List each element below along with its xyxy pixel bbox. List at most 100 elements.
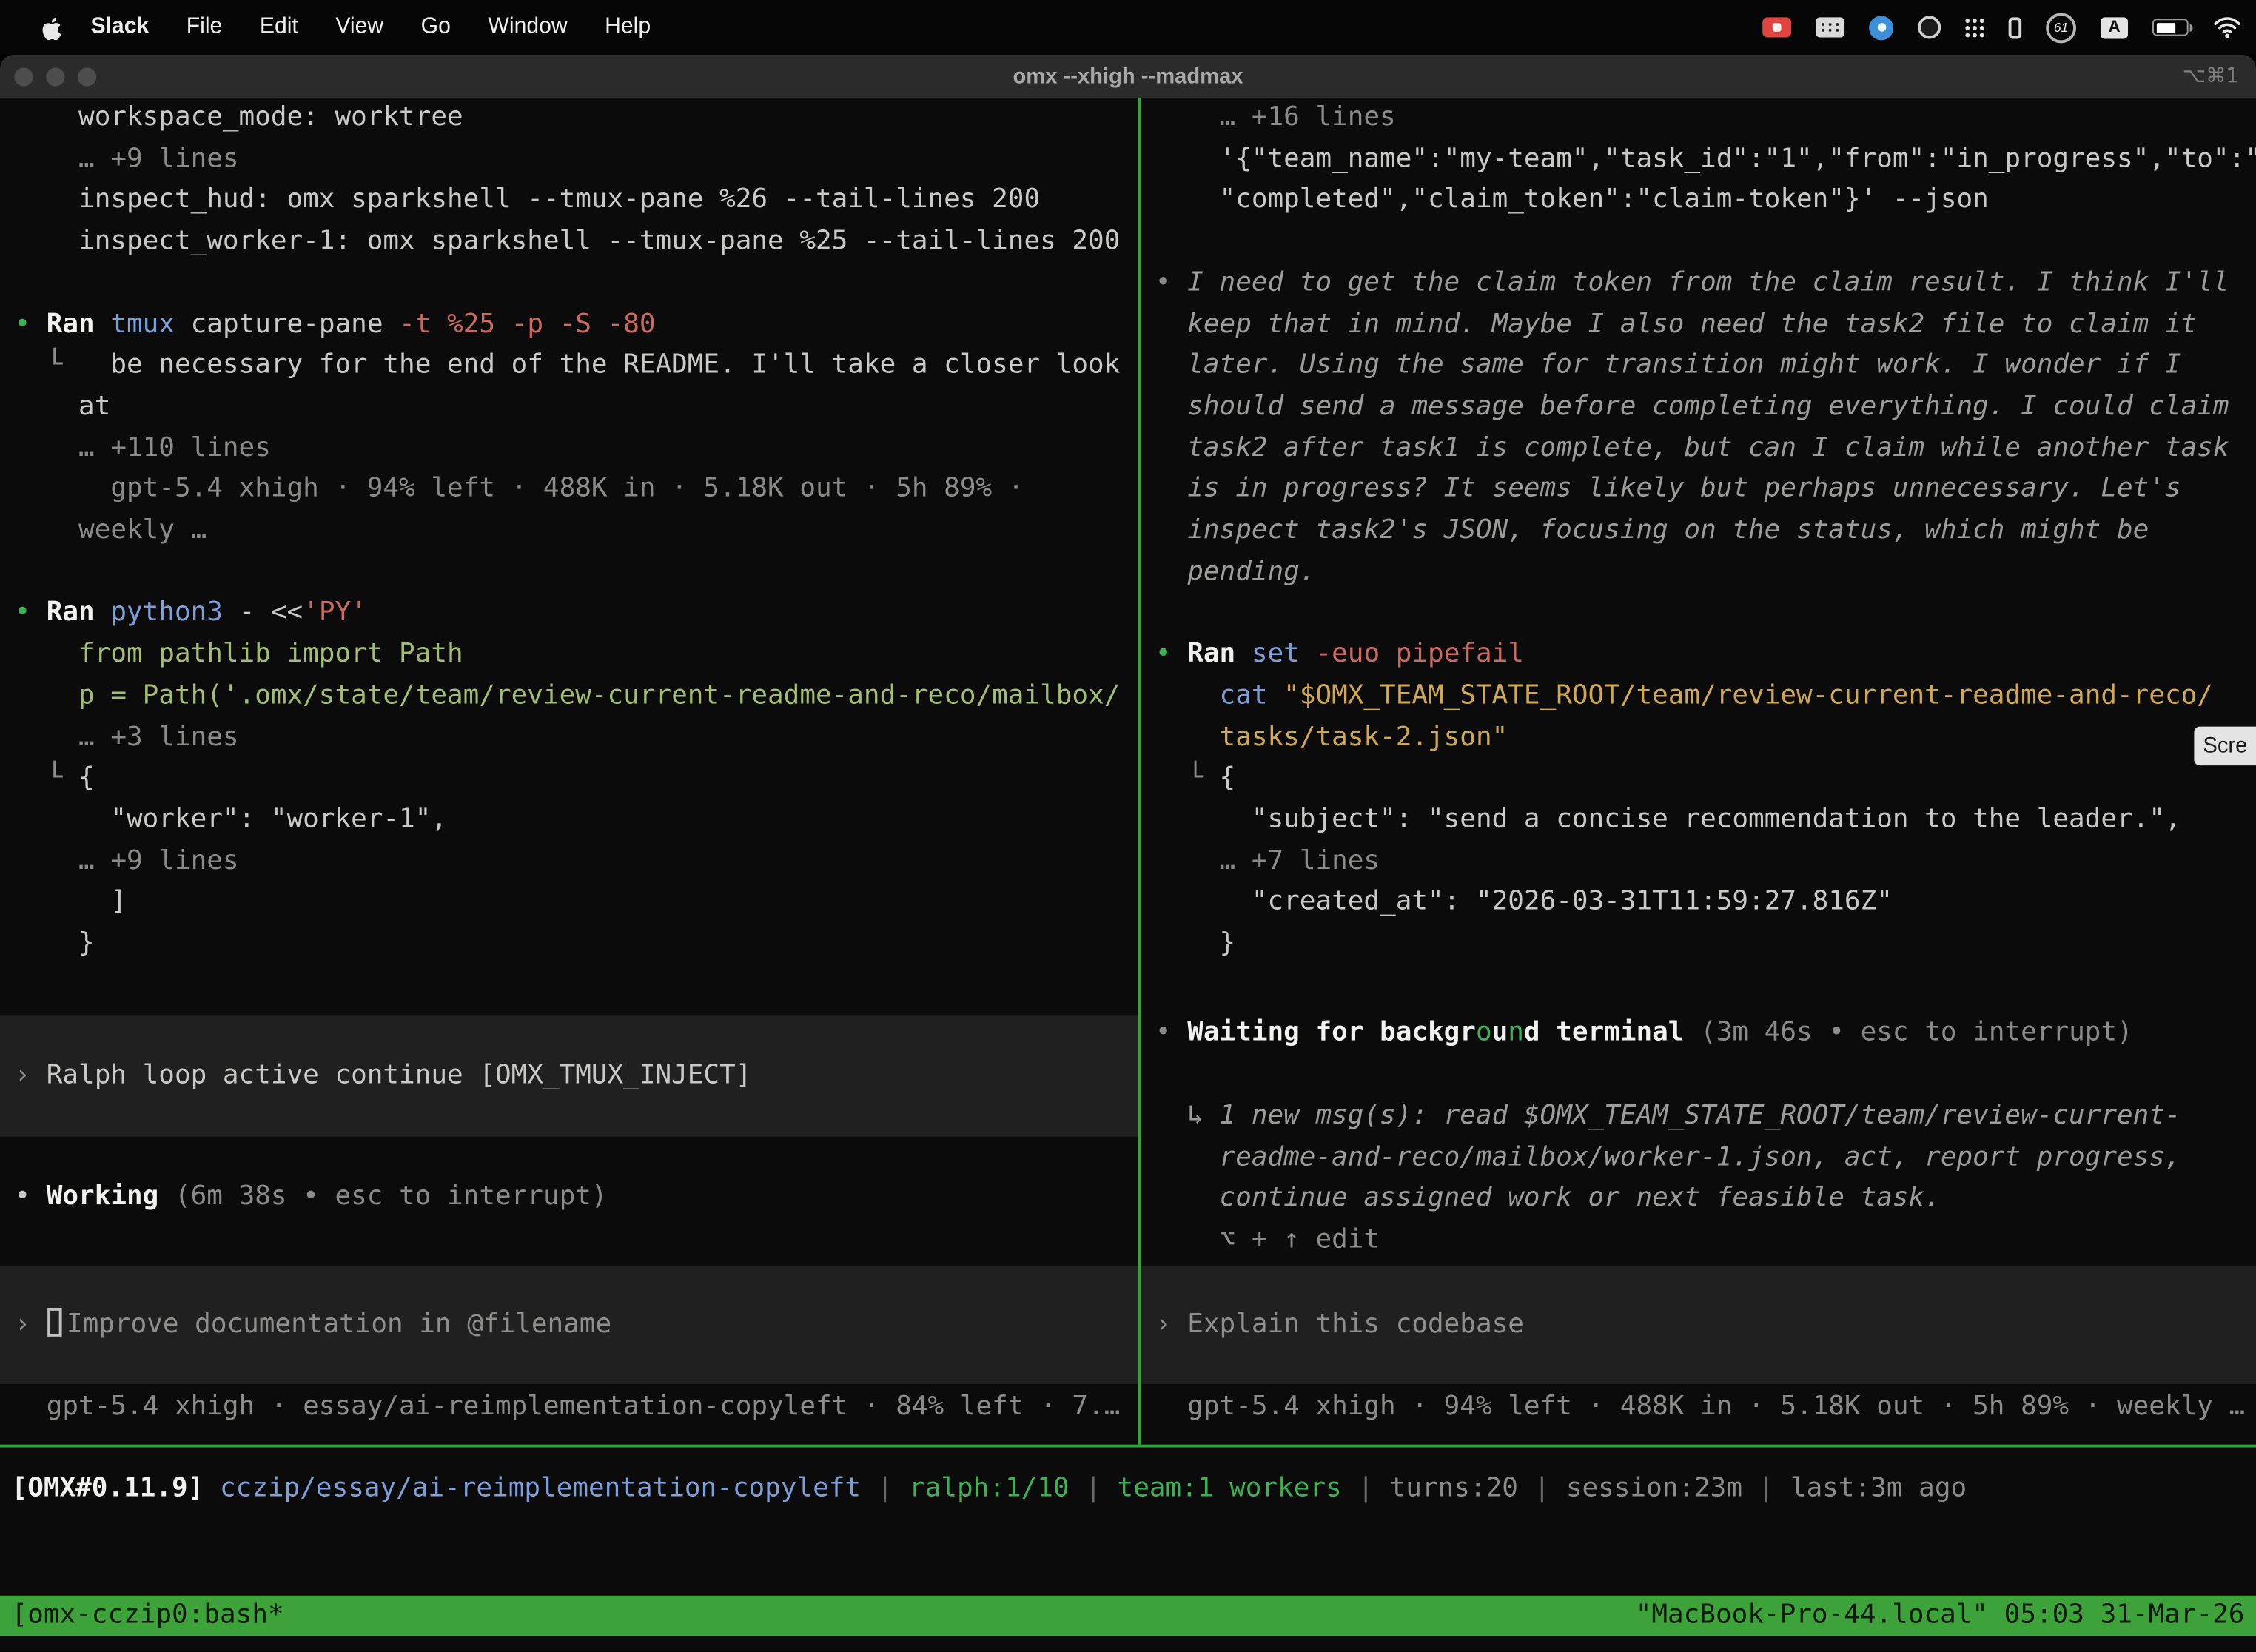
menu-item-file[interactable]: File <box>187 14 223 38</box>
terminal-line: "completed","claim_token":"claim-token"}… <box>1155 181 2256 222</box>
terminal-line: at <box>14 387 1138 429</box>
ralph-loop-text: › Ralph loop active continue [OMX_TMUX_I… <box>14 1055 751 1097</box>
window-shortcut-hint: ⌥⌘1 <box>2183 64 2239 87</box>
terminal-line: workspace_mode: worktree <box>14 98 1138 139</box>
pane-footer-left: gpt-5.4 xhigh · essay/ai-reimplementatio… <box>0 1387 1138 1428</box>
minimize-button[interactable] <box>46 67 64 85</box>
tmux-horizontal-divider <box>0 1445 2256 1448</box>
active-app-name[interactable]: Slack <box>90 14 149 40</box>
terminal-line: is in progress? It seems likely but perh… <box>1155 469 2256 511</box>
tmux-status-bar: [omx-cczip0:bash* "MacBook-Pro-44.local"… <box>0 1596 2256 1636</box>
terminal-line: • Ran python3 - <<'PY' <box>14 594 1138 635</box>
terminal-line: "created_at": "2026-03-31T11:59:27.816Z" <box>1155 882 2256 924</box>
terminal-line: … +9 lines <box>14 139 1138 181</box>
terminal-line: cat "$OMX_TEAM_STATE_ROOT/team/review-cu… <box>1155 676 2256 717</box>
mailbox-notice: ↳ 1 new msg(s): read $OMX_TEAM_STATE_ROO… <box>1141 1096 2256 1261</box>
blue-app-icon[interactable] <box>1869 15 1893 39</box>
menu-item-go[interactable]: Go <box>421 14 451 38</box>
window-title: omx --xhigh --madmax <box>1013 64 1243 89</box>
waiting-status: • Waiting for background terminal (3m 46… <box>1141 1013 2256 1054</box>
battery-percent-ring-icon[interactable]: 61 <box>2046 13 2076 43</box>
terminal-line: … +9 lines <box>14 841 1138 882</box>
terminal-line: inspect task2's JSON, focusing on the st… <box>1155 511 2256 552</box>
terminal-line: … +110 lines <box>14 429 1138 470</box>
app-menus: File Edit View Go Window Help <box>149 14 651 40</box>
omx-session-status: [OMX#0.11.9] cczip/essay/ai-reimplementa… <box>12 1469 1967 1511</box>
apple-menu-icon[interactable] <box>38 13 63 41</box>
terminal-line <box>1155 222 2256 263</box>
terminal-line: weekly … <box>14 511 1138 552</box>
terminal-line <box>14 263 1138 304</box>
terminal-line <box>14 552 1138 594</box>
wifi-icon[interactable] <box>2213 14 2242 40</box>
terminal-line: ⌥ + ↑ edit <box>1155 1220 2256 1262</box>
terminal-line: } <box>14 924 1138 965</box>
tmux-pane-left[interactable]: workspace_mode: worktree … +9 lines insp… <box>0 98 1138 1444</box>
text-cursor <box>48 1307 62 1336</box>
terminal-line: later. Using the same for transition mig… <box>1155 346 2256 387</box>
window-title-bar[interactable]: omx --xhigh --madmax ⌥⌘1 <box>0 55 2256 98</box>
screen-recording-indicator-icon[interactable] <box>1762 17 1791 37</box>
terminal-line: from pathlib import Path <box>14 634 1138 676</box>
terminal-content: workspace_mode: worktree … +9 lines insp… <box>0 98 2256 1651</box>
window-manager-icon[interactable] <box>1816 17 1844 37</box>
terminal-line: '{"team_name":"my-team","task_id":"1","f… <box>1155 139 2256 181</box>
menu-bar: Slack File Edit View Go Window Help 61 A <box>0 0 2256 55</box>
menu-item-help[interactable]: Help <box>605 14 651 38</box>
terminal-window: omx --xhigh --madmax ⌥⌘1 workspace_mode:… <box>0 55 2256 1652</box>
terminal-line: "subject": "send a concise recommendatio… <box>1155 800 2256 842</box>
menu-item-view[interactable]: View <box>335 14 383 38</box>
prompt-input-right[interactable]: › Explain this codebase <box>1141 1266 2256 1384</box>
terminal-line: ] <box>14 882 1138 924</box>
close-button[interactable] <box>14 67 33 85</box>
terminal-line: "worker": "worker-1", <box>14 800 1138 842</box>
terminal-line: └ be necessary for the end of the README… <box>14 346 1138 387</box>
terminal-line: inspect_hud: omx sparkshell --tmux-pane … <box>14 181 1138 222</box>
left-scrollback: workspace_mode: worktree … +9 lines insp… <box>0 98 1138 965</box>
menu-item-edit[interactable]: Edit <box>260 14 298 38</box>
terminal-line: • I need to get the claim token from the… <box>1155 263 2256 304</box>
prompt-text-right: › Explain this codebase <box>1155 1304 1524 1346</box>
right-scrollback: … +16 lines '{"team_name":"my-team","tas… <box>1141 98 2256 965</box>
zoom-button[interactable] <box>78 67 96 85</box>
prompt-text-left: › Improve documentation in @filename <box>14 1304 611 1346</box>
terminal-line: p = Path('.omx/state/team/review-current… <box>14 676 1138 717</box>
traffic-lights <box>14 55 96 98</box>
screen: Slack File Edit View Go Window Help 61 A <box>0 0 2256 1652</box>
terminal-line: • Ran set -euo pipefail <box>1155 634 2256 676</box>
tmux-session-name: [omx-cczip0:bash* <box>12 1595 284 1636</box>
tmux-pane-right[interactable]: … +16 lines '{"team_name":"my-team","tas… <box>1141 98 2256 1444</box>
terminal-line: gpt-5.4 xhigh · 94% left · 488K in · 5.1… <box>14 469 1138 511</box>
dark-app-icon[interactable] <box>1918 16 1941 38</box>
screen-share-tooltip: Scre <box>2195 727 2256 765</box>
menu-item-window[interactable]: Window <box>488 14 567 38</box>
pane-footer-right: gpt-5.4 xhigh · 94% left · 488K in · 5.1… <box>1141 1387 2256 1428</box>
terminal-line: pending. <box>1155 552 2256 594</box>
battery-percent-value: 61 <box>2054 20 2068 34</box>
input-source-icon[interactable]: A <box>2101 16 2128 38</box>
dots-grid-icon[interactable] <box>1965 18 1984 36</box>
terminal-line: should send a message before completing … <box>1155 387 2256 429</box>
battery-icon[interactable] <box>2152 19 2189 36</box>
terminal-line: } <box>1155 924 2256 965</box>
terminal-line: └ { <box>14 759 1138 800</box>
terminal-line: … +7 lines <box>1155 841 2256 882</box>
terminal-line: keep that in mind. Maybe I also need the… <box>1155 304 2256 346</box>
menu-bar-tray: 61 A <box>1762 0 2241 55</box>
terminal-line: └ { <box>1155 759 2256 800</box>
tmux-host-clock: "MacBook-Pro-44.local" 05:03 31-Mar-26 <box>1636 1595 2245 1636</box>
key-icon[interactable] <box>2009 16 2021 38</box>
terminal-line: tasks/task-2.json" <box>1155 717 2256 759</box>
terminal-line: task2 after task1 is complete, but can I… <box>1155 429 2256 470</box>
terminal-line: ↳ 1 new msg(s): read $OMX_TEAM_STATE_ROO… <box>1155 1096 2256 1138</box>
working-status: • Working (6m 38s • esc to interrupt) <box>0 1177 1138 1218</box>
terminal-line: readme-and-reco/mailbox/worker-1.json, a… <box>1155 1138 2256 1179</box>
terminal-line: • Ran tmux capture-pane -t %25 -p -S -80 <box>14 304 1138 346</box>
terminal-line <box>1155 594 2256 635</box>
terminal-line: inspect_worker-1: omx sparkshell --tmux-… <box>14 222 1138 263</box>
terminal-line: continue assigned work or next feasible … <box>1155 1179 2256 1220</box>
prompt-input-left[interactable]: › Improve documentation in @filename <box>0 1266 1138 1384</box>
ralph-loop-banner: › Ralph loop active continue [OMX_TMUX_I… <box>0 1015 1138 1136</box>
terminal-line: … +3 lines <box>14 717 1138 759</box>
terminal-line: … +16 lines <box>1155 98 2256 139</box>
